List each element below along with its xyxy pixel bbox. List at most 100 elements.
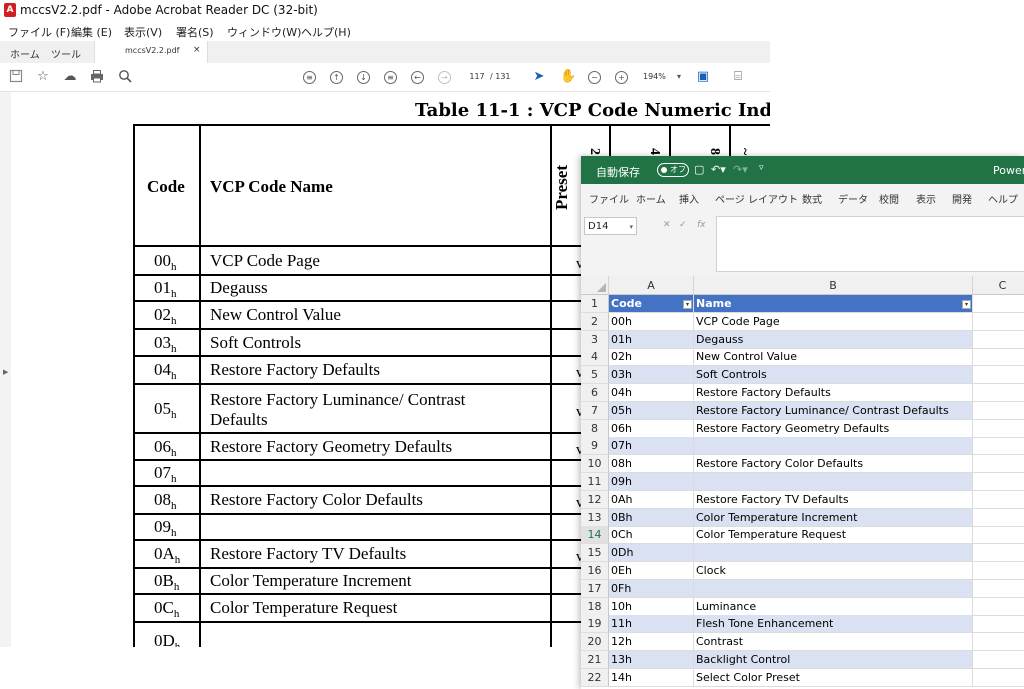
cell-code[interactable]: 0Fh bbox=[609, 579, 694, 598]
cell-c[interactable] bbox=[973, 669, 1024, 687]
row-header[interactable]: 17 bbox=[581, 579, 609, 598]
row-header[interactable]: 6 bbox=[581, 384, 609, 402]
cell-c[interactable] bbox=[973, 455, 1024, 474]
cell-name[interactable]: Restore Factory Color Defaults bbox=[694, 455, 973, 474]
menu-window[interactable]: ウィンドウ(W) bbox=[227, 24, 301, 40]
row-header[interactable]: 15 bbox=[581, 544, 609, 563]
tab-document[interactable]: mccsV2.2.pdf × bbox=[94, 41, 208, 63]
expand-panel-icon[interactable]: ▶ bbox=[3, 368, 8, 376]
cell-code[interactable]: 00h bbox=[609, 312, 694, 331]
filter-dropdown-icon[interactable]: ▾ bbox=[683, 300, 692, 309]
ribbon-tab-formulas[interactable]: 数式 bbox=[802, 191, 822, 206]
row-header[interactable]: 4 bbox=[581, 348, 609, 367]
row-header[interactable]: 18 bbox=[581, 597, 609, 616]
cell-name[interactable]: Restore Factory TV Defaults bbox=[694, 490, 973, 509]
zoom-level[interactable]: 194% bbox=[643, 70, 677, 84]
autosave-toggle[interactable]: オフ bbox=[657, 163, 689, 177]
ribbon-tab-insert[interactable]: 挿入 bbox=[679, 191, 699, 206]
cell-code[interactable]: 0Ah bbox=[609, 490, 694, 509]
table-header-code[interactable]: Code ▾ bbox=[609, 295, 694, 313]
page-number-input[interactable]: 117 bbox=[466, 70, 488, 84]
cancel-icon[interactable]: ✕ bbox=[663, 220, 671, 230]
cell-name[interactable]: Luminance bbox=[694, 597, 973, 616]
menu-edit[interactable]: 編集 (E) bbox=[71, 24, 112, 40]
cell-name[interactable]: Degauss bbox=[694, 330, 973, 349]
row-header[interactable]: 11 bbox=[581, 473, 609, 491]
ribbon-tab-data[interactable]: データ bbox=[838, 191, 868, 206]
undo-icon[interactable]: ↶▾ bbox=[711, 163, 726, 176]
row-header[interactable]: 14 bbox=[581, 526, 609, 545]
cell-name[interactable] bbox=[694, 437, 973, 456]
ribbon-tab-review[interactable]: 校閲 bbox=[879, 191, 899, 206]
scroll-mode-icon[interactable]: ≡ bbox=[303, 71, 316, 84]
cell-c[interactable] bbox=[973, 420, 1024, 438]
cell-code[interactable]: 10h bbox=[609, 597, 694, 616]
ribbon-tab-file[interactable]: ファイル bbox=[589, 191, 629, 206]
cell-name[interactable] bbox=[694, 473, 973, 491]
ribbon-tab-developer[interactable]: 開発 bbox=[952, 191, 972, 206]
cell-c[interactable] bbox=[973, 562, 1024, 580]
cell-c[interactable] bbox=[973, 491, 1024, 509]
menu-file[interactable]: ファイル (F) bbox=[8, 24, 70, 40]
redo-icon[interactable]: ↷▾ bbox=[733, 163, 748, 176]
formula-input[interactable] bbox=[716, 216, 1024, 272]
cell-c[interactable] bbox=[973, 402, 1024, 420]
cell-name[interactable]: Backlight Control bbox=[694, 651, 973, 669]
name-box[interactable]: D14 ▾ bbox=[584, 217, 637, 235]
cell-code[interactable]: 09h bbox=[609, 473, 694, 491]
enter-icon[interactable]: ✓ bbox=[679, 220, 687, 230]
column-header-c[interactable]: C bbox=[973, 276, 1024, 295]
cell-c[interactable] bbox=[973, 615, 1024, 634]
tab-home[interactable]: ホーム bbox=[10, 46, 40, 61]
cell-code[interactable]: 0Eh bbox=[609, 562, 694, 580]
cell-code[interactable]: 08h bbox=[609, 455, 694, 474]
row-header[interactable]: 19 bbox=[581, 615, 609, 634]
select-cursor-icon[interactable]: ➤ bbox=[531, 69, 547, 85]
cell-code[interactable]: 04h bbox=[609, 384, 694, 402]
cell-name[interactable]: Clock bbox=[694, 562, 973, 580]
cell-name[interactable]: VCP Code Page bbox=[694, 312, 973, 331]
zoom-out-icon[interactable]: − bbox=[588, 71, 601, 84]
cell-code[interactable]: 05h bbox=[609, 401, 694, 420]
cell-c[interactable] bbox=[973, 313, 1024, 331]
forward-icon[interactable]: → bbox=[438, 71, 451, 84]
chevron-down-icon[interactable]: ▾ bbox=[629, 218, 633, 236]
zoom-in-icon[interactable]: + bbox=[615, 71, 628, 84]
cell-code[interactable]: 06h bbox=[609, 419, 694, 438]
cell-name[interactable]: Contrast bbox=[694, 633, 973, 652]
bookmark-star-icon[interactable]: ☆ bbox=[35, 69, 51, 85]
cell-code[interactable]: 11h bbox=[609, 615, 694, 634]
cell-code[interactable]: 01h bbox=[609, 330, 694, 349]
row-header[interactable]: 12 bbox=[581, 490, 609, 509]
row-header[interactable]: 13 bbox=[581, 508, 609, 527]
cell-c[interactable] bbox=[973, 331, 1024, 349]
cell-c[interactable] bbox=[973, 295, 1024, 313]
row-header[interactable]: 7 bbox=[581, 401, 609, 420]
row-header[interactable]: 22 bbox=[581, 668, 609, 687]
cell-c[interactable] bbox=[973, 580, 1024, 598]
ribbon-tab-page-layout[interactable]: ページ レイアウト bbox=[715, 191, 798, 206]
page-up-icon[interactable]: ↑ bbox=[330, 71, 343, 84]
cell-code[interactable]: 03h bbox=[609, 366, 694, 385]
filter-dropdown-icon[interactable]: ▾ bbox=[962, 300, 971, 309]
hand-tool-icon[interactable]: ✋ bbox=[560, 69, 576, 85]
cell-name[interactable]: Flesh Tone Enhancement bbox=[694, 615, 973, 634]
function-icon[interactable]: fx bbox=[697, 220, 706, 230]
column-header-a[interactable]: A bbox=[609, 276, 694, 295]
print-icon[interactable] bbox=[89, 69, 105, 85]
ribbon-tab-view[interactable]: 表示 bbox=[916, 191, 936, 206]
search-icon[interactable] bbox=[117, 69, 133, 85]
cell-name[interactable]: Soft Controls bbox=[694, 366, 973, 385]
cell-name[interactable] bbox=[694, 579, 973, 598]
cell-c[interactable] bbox=[973, 437, 1024, 456]
tab-tools[interactable]: ツール bbox=[51, 46, 81, 61]
cell-code[interactable]: 0Ch bbox=[609, 526, 694, 545]
cell-c[interactable] bbox=[973, 509, 1024, 527]
cell-c[interactable] bbox=[973, 384, 1024, 402]
cell-name[interactable]: Restore Factory Luminance/ Contrast Defa… bbox=[694, 401, 973, 420]
row-header[interactable]: 9 bbox=[581, 437, 609, 456]
row-header[interactable]: 3 bbox=[581, 330, 609, 349]
cell-name[interactable]: Select Color Preset bbox=[694, 668, 973, 687]
row-header[interactable]: 5 bbox=[581, 366, 609, 385]
cell-name[interactable]: Restore Factory Geometry Defaults bbox=[694, 419, 973, 438]
